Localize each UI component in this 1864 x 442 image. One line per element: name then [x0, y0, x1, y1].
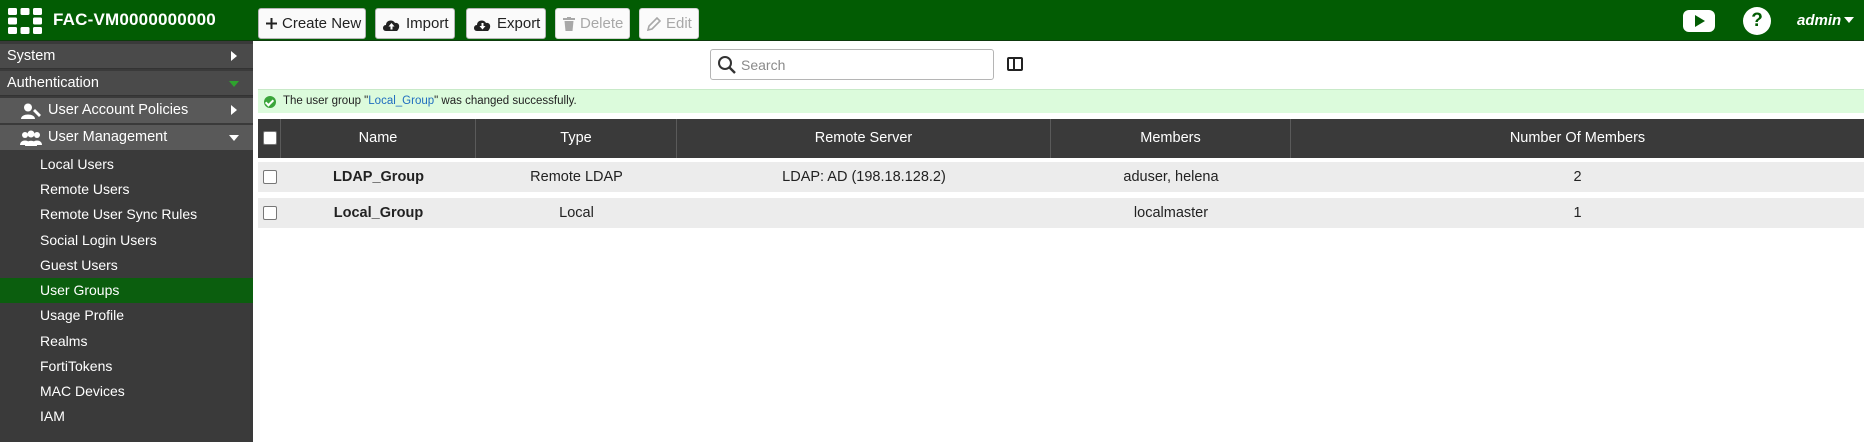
table-row[interactable]: Local_Group Local localmaster 1	[258, 198, 1864, 228]
select-all-cell	[258, 119, 281, 158]
search-input[interactable]	[741, 56, 981, 74]
column-settings-icon[interactable]	[1007, 57, 1023, 71]
cloud-download-icon	[474, 20, 491, 31]
edit-button[interactable]: Edit	[639, 8, 699, 39]
cloud-upload-icon	[383, 20, 400, 31]
import-label: Import	[406, 15, 449, 32]
youtube-icon[interactable]	[1683, 10, 1715, 32]
user-settings-icon	[21, 103, 41, 119]
notice-message: The user group "Local_Group" was changed…	[283, 95, 577, 107]
sidebar-item-label: Local Users	[40, 156, 114, 172]
admin-menu[interactable]: admin	[1797, 12, 1855, 29]
delete-button[interactable]: Delete	[555, 8, 630, 39]
sidebar-item-label: IAM	[40, 408, 65, 424]
sidebar: System Authentication User Account Polic…	[0, 41, 253, 442]
chevron-right-icon	[231, 51, 237, 61]
admin-label: admin	[1797, 12, 1842, 29]
search-box[interactable]	[710, 49, 994, 80]
edit-label: Edit	[666, 15, 692, 32]
sidebar-item-usage-profile[interactable]: Usage Profile	[0, 303, 253, 328]
sidebar-item-label: System	[7, 48, 56, 64]
users-icon	[20, 130, 42, 146]
sidebar-item-label: Remote User Sync Rules	[40, 206, 198, 222]
create-new-label: Create New	[282, 15, 362, 32]
chevron-down-icon	[229, 81, 239, 87]
cell-members: localmaster	[1133, 205, 1209, 221]
sidebar-item-label: User Groups	[40, 282, 120, 298]
table-row[interactable]: LDAP_Group Remote LDAP LDAP: AD (198.18.…	[258, 162, 1864, 192]
search-icon	[718, 56, 736, 74]
column-header-type[interactable]: Type	[476, 119, 677, 158]
sidebar-item-system[interactable]: System	[0, 44, 253, 69]
cell-members: aduser, helena	[1123, 169, 1219, 185]
notice-group-link[interactable]: Local_Group	[368, 95, 434, 107]
sidebar-item-remote-users[interactable]: Remote Users	[0, 177, 253, 202]
sidebar-item-guest-users[interactable]: Guest Users	[0, 253, 253, 278]
import-button[interactable]: Import	[375, 8, 455, 39]
sidebar-item-label: FortiTokens	[40, 358, 113, 374]
sidebar-item-label: MAC Devices	[40, 383, 125, 399]
sidebar-item-label: Remote Users	[40, 181, 130, 197]
chevron-down-icon	[1844, 17, 1855, 23]
sidebar-item-label: Guest Users	[40, 257, 118, 273]
cell-type: Local	[559, 205, 594, 221]
hostname: FAC-VM0000000000	[53, 10, 216, 29]
cell-number-of-members: 1	[1573, 205, 1582, 221]
pencil-icon	[647, 17, 661, 31]
notice-prefix: The user group "	[283, 95, 369, 107]
notice-suffix: " was changed successfully.	[434, 95, 577, 107]
sidebar-item-iam[interactable]: IAM	[0, 404, 253, 429]
row-checkbox[interactable]	[263, 206, 277, 220]
sidebar-item-label: Realms	[40, 333, 88, 349]
cell-remote-server: LDAP: AD (198.18.128.2)	[782, 169, 946, 185]
toolbar	[253, 41, 1864, 85]
plus-icon	[266, 18, 277, 29]
chevron-down-icon	[229, 135, 239, 141]
cell-name: Local_Group	[333, 205, 424, 221]
sidebar-item-label: Authentication	[7, 75, 99, 91]
cell-remote-server	[677, 198, 1051, 228]
fortinet-logo-icon[interactable]	[8, 8, 42, 34]
create-new-button[interactable]: Create New	[258, 8, 366, 39]
success-notice: The user group "Local_Group" was changed…	[258, 89, 1864, 113]
help-icon[interactable]: ?	[1743, 7, 1771, 35]
sidebar-item-realms[interactable]: Realms	[0, 329, 253, 354]
sidebar-item-remote-user-sync-rules[interactable]: Remote User Sync Rules	[0, 202, 253, 227]
column-header-number-of-members[interactable]: Number Of Members	[1291, 119, 1864, 158]
chevron-right-icon	[231, 105, 237, 115]
sidebar-item-label: Social Login Users	[40, 232, 157, 248]
sidebar-item-authentication[interactable]: Authentication	[0, 71, 253, 96]
sidebar-item-user-groups[interactable]: User Groups	[0, 278, 253, 303]
row-checkbox[interactable]	[263, 170, 277, 184]
sidebar-item-fortitokens[interactable]: FortiTokens	[0, 354, 253, 379]
export-label: Export	[497, 15, 541, 32]
sidebar-item-mac-devices[interactable]: MAC Devices	[0, 379, 253, 404]
trash-icon	[563, 17, 575, 31]
sidebar-item-label: User Account Policies	[48, 102, 189, 118]
table-header: Name Type Remote Server Members Number O…	[258, 119, 1864, 158]
cell-number-of-members: 2	[1573, 169, 1582, 185]
column-header-remote-server[interactable]: Remote Server	[677, 119, 1051, 158]
sidebar-item-label: User Management	[48, 129, 168, 145]
sidebar-item-user-management[interactable]: User Management	[0, 125, 253, 150]
sidebar-item-label: Usage Profile	[40, 307, 125, 323]
sidebar-item-user-account-policies[interactable]: User Account Policies	[0, 98, 253, 123]
delete-label: Delete	[580, 15, 624, 32]
sidebar-item-social-login-users[interactable]: Social Login Users	[0, 228, 253, 253]
export-button[interactable]: Export	[466, 8, 546, 39]
column-header-name[interactable]: Name	[281, 119, 476, 158]
select-all-checkbox[interactable]	[263, 131, 277, 145]
cell-name: LDAP_Group	[332, 169, 425, 185]
column-header-members[interactable]: Members	[1051, 119, 1291, 158]
cell-type: Remote LDAP	[530, 169, 623, 185]
sidebar-item-local-users[interactable]: Local Users	[0, 152, 253, 177]
check-circle-icon	[264, 96, 276, 108]
